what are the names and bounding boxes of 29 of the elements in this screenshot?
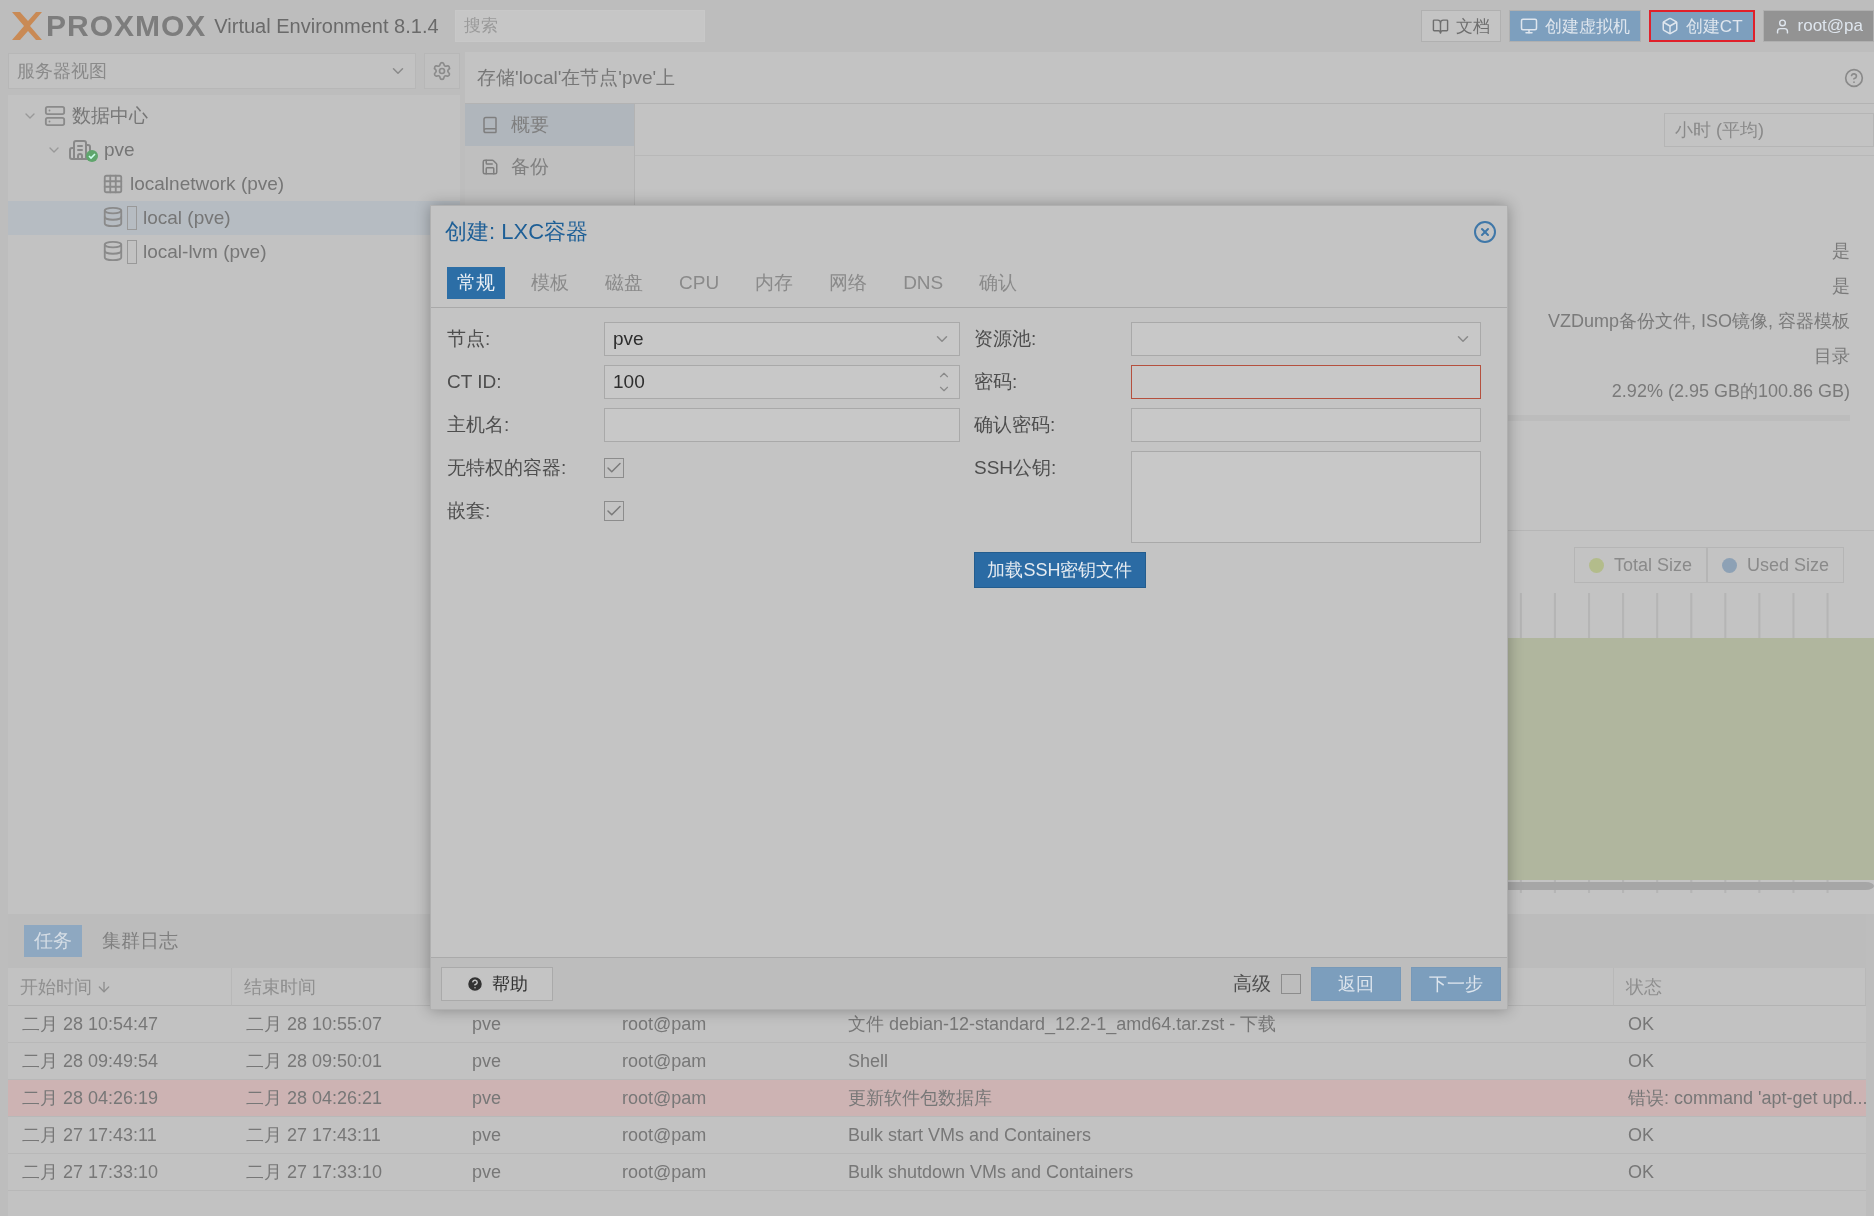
tree-item-label: local (pve) bbox=[143, 207, 231, 229]
field-label: 无特权的容器: bbox=[447, 456, 568, 480]
status-value: 是 bbox=[1832, 240, 1850, 263]
table-cell: 更新软件包数据库 bbox=[834, 1080, 1614, 1117]
field-label: 密码: bbox=[974, 370, 1019, 394]
status-value: 2.92% (2.95 GB的100.86 GB) bbox=[1611, 380, 1850, 403]
status-value: 目录 bbox=[1814, 345, 1850, 368]
product-version: Virtual Environment 8.1.4 bbox=[214, 14, 439, 38]
field-label: 资源池: bbox=[974, 327, 1038, 351]
field-label: 嵌套: bbox=[447, 499, 492, 523]
tree-item-label: 数据中心 bbox=[72, 104, 148, 128]
status-value: VZDump备份文件, ISO镜像, 容器模板 bbox=[1547, 310, 1850, 333]
logo: PROXMOX bbox=[10, 9, 207, 43]
status-value: 是 bbox=[1832, 275, 1850, 298]
advanced-label: 高级 bbox=[1233, 971, 1271, 996]
tree-item-label: local-lvm (pve) bbox=[143, 241, 267, 263]
field-label: CT ID: bbox=[447, 371, 503, 393]
field-label: 确认密码: bbox=[974, 413, 1057, 437]
table-cell: root@pam bbox=[608, 1080, 834, 1117]
table-cell: 二月 28 04:26:19 bbox=[8, 1080, 232, 1117]
tree-item-label: localnetwork (pve) bbox=[130, 173, 285, 195]
field-label: 主机名: bbox=[447, 413, 511, 437]
tree-item-label: pve bbox=[104, 139, 135, 161]
table-cell: 错误: command 'apt-get upd... bbox=[1614, 1080, 1866, 1117]
field-label: 节点: bbox=[447, 327, 492, 351]
table-cell: pve bbox=[458, 1080, 608, 1117]
content-title: 存储'local'在节点'pve'上 bbox=[477, 65, 676, 90]
table-cell: 二月 28 04:26:21 bbox=[232, 1080, 458, 1117]
field-label: SSH公钥: bbox=[974, 456, 1058, 480]
